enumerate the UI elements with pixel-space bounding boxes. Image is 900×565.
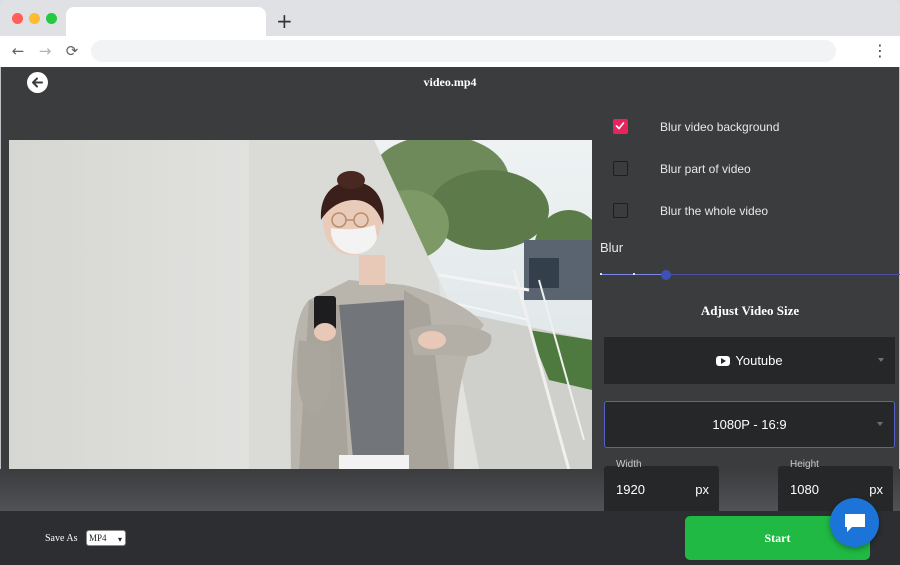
minimize-window-button[interactable] [29, 13, 40, 24]
format-select-value: MP4 [89, 533, 107, 543]
width-field[interactable]: 1920 px [604, 466, 719, 516]
save-as-label: Save As [45, 533, 78, 544]
blur-slider-thumb[interactable] [661, 270, 671, 280]
blur-video-app: video.mp4 Blur video background Blur par… [0, 67, 900, 565]
option-blur-whole[interactable]: Blur the whole video [613, 202, 813, 220]
resolution-select[interactable]: 1080P - 16:9 [604, 401, 895, 448]
option-label: Blur part of video [660, 162, 751, 176]
option-blur-part[interactable]: Blur part of video [613, 160, 813, 178]
address-bar[interactable] [91, 40, 836, 62]
youtube-icon [716, 355, 731, 366]
width-value: 1920 [616, 482, 645, 497]
slider-tick [633, 273, 635, 275]
height-unit: px [869, 482, 883, 497]
slider-tick [600, 273, 602, 275]
chevron-down-icon [877, 422, 883, 426]
new-tab-button[interactable]: + [276, 10, 293, 32]
forward-arrow-icon[interactable]: → [35, 41, 55, 61]
browser-tab[interactable] [66, 7, 266, 37]
browser-chrome: + ← → ⟳ ⋮ [0, 0, 900, 67]
chevron-down-icon [878, 358, 884, 362]
option-label: Blur the whole video [660, 204, 769, 218]
checkmark-icon [615, 122, 625, 130]
checkbox-blur-whole[interactable] [613, 203, 628, 218]
back-button[interactable] [27, 72, 48, 93]
arrow-left-icon [32, 77, 43, 88]
checkbox-blur-part[interactable] [613, 161, 628, 176]
resolution-select-value: 1080P - 16:9 [712, 417, 787, 432]
option-label: Blur video background [660, 120, 780, 134]
platform-select-value: Youtube [735, 353, 783, 368]
browser-toolbar: ← → ⟳ ⋮ [0, 36, 900, 67]
video-preview [9, 140, 592, 469]
height-value: 1080 [790, 482, 819, 497]
chat-button[interactable] [830, 498, 879, 547]
blur-label: Blur [600, 240, 624, 255]
file-title: video.mp4 [423, 75, 477, 89]
width-label: Width [616, 459, 642, 470]
option-blur-background[interactable]: Blur video background [613, 118, 813, 136]
preview-backdrop [0, 469, 900, 511]
chat-bubble-icon [845, 514, 865, 532]
reload-icon[interactable]: ⟳ [62, 41, 82, 61]
bottom-bar: Save As MP4 ▾ Start [0, 511, 900, 565]
format-select[interactable]: MP4 ▾ [86, 530, 126, 546]
back-arrow-icon[interactable]: ← [8, 41, 28, 61]
browser-menu-icon[interactable]: ⋮ [872, 41, 888, 61]
section-title: Adjust Video Size [700, 303, 800, 318]
height-label: Height [790, 459, 819, 470]
chevron-down-icon: ▾ [117, 535, 122, 544]
checkbox-blur-background[interactable] [613, 119, 628, 134]
video-frame-image [9, 140, 592, 469]
platform-select[interactable]: Youtube [604, 337, 895, 384]
close-window-button[interactable] [12, 13, 23, 24]
width-unit: px [695, 482, 709, 497]
maximize-window-button[interactable] [46, 13, 57, 24]
